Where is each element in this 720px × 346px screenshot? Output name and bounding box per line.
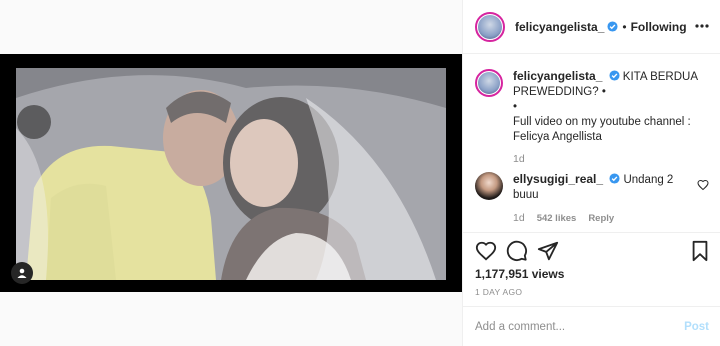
caption-row: felicyangelista_ KITA BERDUA PREWEDDING?… [475, 69, 703, 165]
video-scene [16, 68, 446, 280]
author-avatar[interactable] [475, 11, 505, 42]
comment-text-line1: Undang 2 [623, 174, 674, 186]
caption-text-line1: KITA BERDUA [622, 71, 698, 83]
comment-input[interactable] [475, 320, 685, 333]
commenter-username[interactable]: ellysugigi_real_ [513, 172, 603, 186]
post-info-pane: felicyangelista_ • Following felicyangel… [462, 0, 720, 346]
post-header: felicyangelista_ • Following [463, 0, 720, 54]
header-separator: • [622, 19, 627, 34]
following-button[interactable]: Following [631, 20, 687, 34]
bookmark-icon[interactable] [689, 240, 711, 262]
video-player[interactable] [0, 54, 462, 292]
author-username[interactable]: felicyangelista_ [515, 20, 604, 34]
paper-plane-icon[interactable] [537, 240, 559, 262]
post-button[interactable]: Post [684, 321, 709, 333]
verified-badge-icon [607, 21, 618, 32]
add-comment-bar: Post [463, 306, 720, 346]
video-frame[interactable] [16, 68, 446, 280]
caption-username[interactable]: felicyangelista_ [513, 69, 602, 83]
commenter-avatar[interactable] [475, 172, 503, 200]
caption-text-line5: Felicya Angellista [513, 131, 602, 143]
verified-badge-icon [609, 173, 620, 184]
comment-text-line2: buuu [513, 189, 539, 201]
media-pane [0, 0, 462, 346]
view-count[interactable]: 1,177,951 views [475, 267, 564, 281]
caption-text-line4: Full video on my youtube channel : [513, 116, 691, 128]
comment-heart-icon[interactable] [697, 179, 709, 191]
heart-icon[interactable] [475, 240, 497, 262]
caption-time[interactable]: 1d [513, 153, 703, 165]
comment-likes[interactable]: 542 likes [537, 213, 577, 224]
caption-avatar[interactable] [475, 69, 503, 97]
tagged-user-icon[interactable] [11, 262, 33, 284]
caption-text-line3: • [513, 101, 518, 113]
comment-bubble-icon[interactable] [506, 240, 528, 262]
caption-text-line2: PREWEDDING? • [513, 86, 606, 98]
comment-row: ellysugigi_real_ Undang 2 buuu 1d 542 li… [475, 172, 688, 224]
reply-button[interactable]: Reply [588, 213, 614, 224]
comments-area: felicyangelista_ KITA BERDUA PREWEDDING?… [463, 55, 720, 231]
comment-time[interactable]: 1d [513, 212, 525, 224]
verified-badge-icon [609, 70, 620, 81]
post-age[interactable]: 1 DAY AGO [475, 287, 522, 297]
more-options-icon[interactable] [695, 24, 709, 28]
action-bar: 1,177,951 views 1 DAY AGO [463, 232, 720, 297]
